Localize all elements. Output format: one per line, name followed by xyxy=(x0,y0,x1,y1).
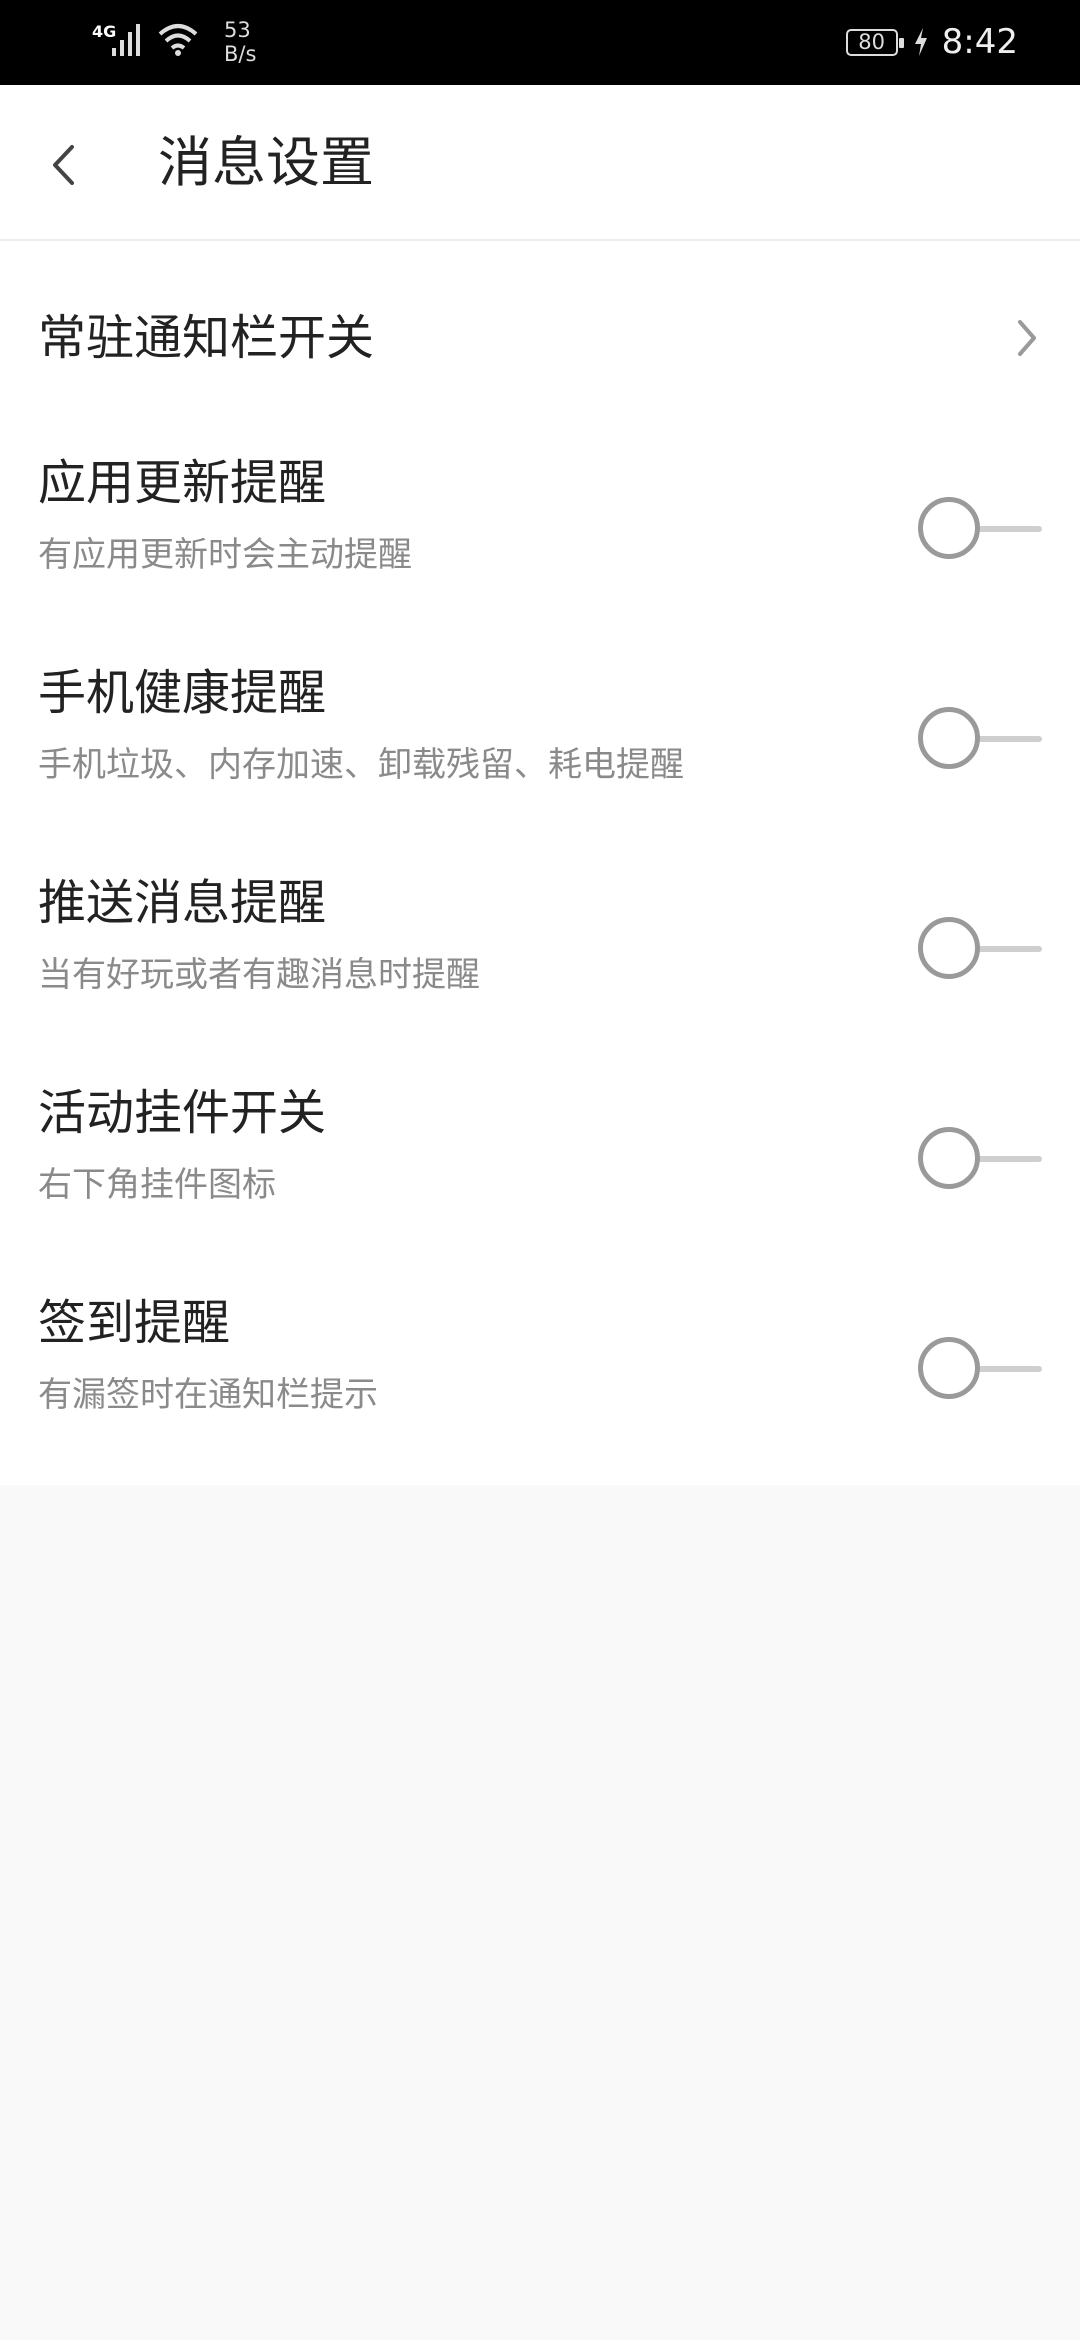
speed-unit: B/s xyxy=(224,42,257,66)
phone-health-reminder-row: 手机健康提醒 手机垃圾、内存加速、卸载残留、耗电提醒 xyxy=(0,645,1080,855)
battery-icon: 80 xyxy=(845,28,904,56)
status-bar: 4G 53 B/s 80 8:42 xyxy=(0,0,1080,85)
activity-widget-label: 活动挂件开关 xyxy=(38,1085,327,1141)
persistent-notification-label: 常驻通知栏开关 xyxy=(38,310,375,366)
checkin-reminder-label: 签到提醒 xyxy=(38,1295,231,1351)
persistent-notification-row[interactable]: 常驻通知栏开关 xyxy=(0,241,1080,435)
checkin-reminder-row: 签到提醒 有漏签时在通知栏提示 xyxy=(0,1275,1080,1485)
toggle-knob xyxy=(918,707,980,769)
app-header: 消息设置 xyxy=(0,85,1080,241)
clock: 8:42 xyxy=(941,22,1018,62)
app-update-reminder-row: 应用更新提醒 有应用更新时会主动提醒 xyxy=(0,435,1080,645)
battery-level: 80 xyxy=(858,30,885,54)
page-title: 消息设置 xyxy=(158,131,374,194)
toggle-knob xyxy=(918,1127,980,1189)
speed-value: 53 xyxy=(224,18,251,42)
network-speed: 53 B/s xyxy=(224,18,256,66)
back-arrow-icon xyxy=(53,145,74,185)
app-update-reminder-toggle[interactable] xyxy=(918,497,1042,561)
phone-health-reminder-toggle[interactable] xyxy=(918,707,1042,771)
phone-health-reminder-desc: 手机垃圾、内存加速、卸载残留、耗电提醒 xyxy=(38,745,684,785)
toggle-knob xyxy=(918,497,980,559)
app-update-reminder-desc: 有应用更新时会主动提醒 xyxy=(38,535,412,575)
activity-widget-row: 活动挂件开关 右下角挂件图标 xyxy=(0,1065,1080,1275)
wifi-icon xyxy=(158,24,198,56)
checkin-reminder-desc: 有漏签时在通知栏提示 xyxy=(38,1375,378,1415)
toggle-knob xyxy=(918,1337,980,1399)
settings-list: 常驻通知栏开关 应用更新提醒 有应用更新时会主动提醒 手机健康提醒 手机垃圾、内… xyxy=(0,241,1080,1485)
push-message-reminder-row: 推送消息提醒 当有好玩或者有趣消息时提醒 xyxy=(0,855,1080,1065)
app-update-reminder-label: 应用更新提醒 xyxy=(38,455,327,511)
toggle-knob xyxy=(918,917,980,979)
activity-widget-desc: 右下角挂件图标 xyxy=(38,1165,276,1205)
push-message-reminder-desc: 当有好玩或者有趣消息时提醒 xyxy=(38,955,480,995)
push-message-reminder-label: 推送消息提醒 xyxy=(38,875,327,931)
activity-widget-toggle[interactable] xyxy=(918,1127,1042,1191)
push-message-reminder-toggle[interactable] xyxy=(918,917,1042,981)
phone-health-reminder-label: 手机健康提醒 xyxy=(38,665,327,721)
back-button[interactable] xyxy=(38,135,88,195)
checkin-reminder-toggle[interactable] xyxy=(918,1337,1042,1401)
cellular-signal-icon: 4G xyxy=(90,18,146,58)
chevron-right-icon xyxy=(1018,320,1036,356)
status-right: 80 8:42 xyxy=(845,22,1018,62)
charging-icon xyxy=(914,28,927,56)
status-left: 4G 53 B/s xyxy=(90,18,256,68)
